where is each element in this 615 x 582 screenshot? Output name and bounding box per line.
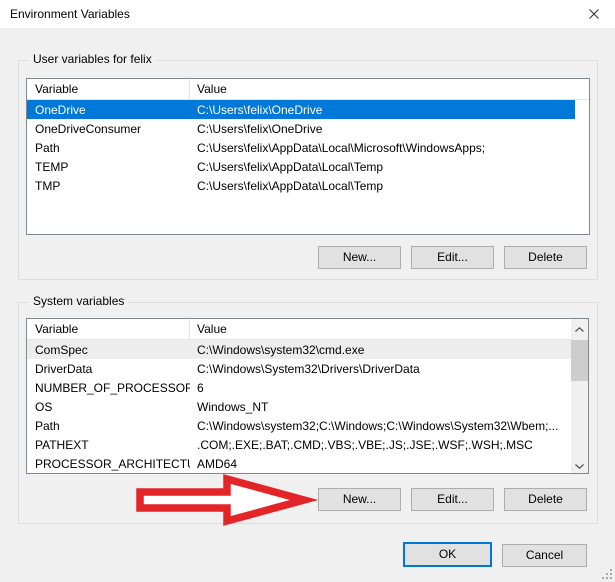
- window-title: Environment Variables: [10, 0, 130, 28]
- system-new-button[interactable]: New...: [318, 488, 401, 511]
- user-header-variable[interactable]: Variable: [27, 79, 190, 99]
- table-row[interactable]: DriverData C:\Windows\System32\Drivers\D…: [27, 359, 573, 378]
- chevron-up-icon: [575, 321, 584, 335]
- system-header-variable[interactable]: Variable: [27, 319, 190, 339]
- close-button[interactable]: [573, 0, 615, 28]
- chevron-down-icon: [575, 458, 584, 472]
- table-row[interactable]: OneDriveConsumer C:\Users\felix\OneDrive: [27, 119, 575, 138]
- cell-value: .COM;.EXE;.BAT;.CMD;.VBS;.VBE;.JS;.JSE;.…: [190, 438, 566, 452]
- close-icon: [588, 8, 600, 20]
- cancel-button[interactable]: Cancel: [502, 544, 587, 567]
- cell-variable: OneDrive: [27, 103, 190, 117]
- table-row[interactable]: TMP C:\Users\felix\AppData\Local\Temp: [27, 176, 575, 195]
- system-table-header: Variable Value: [27, 319, 573, 340]
- system-header-value[interactable]: Value: [190, 319, 573, 339]
- cell-variable: Path: [27, 419, 190, 433]
- cell-value: C:\Users\felix\OneDrive: [190, 122, 575, 136]
- user-table-header: Variable Value: [27, 79, 589, 100]
- cell-value: C:\Windows\system32\cmd.exe: [190, 343, 566, 357]
- cell-value: C:\Users\felix\AppData\Local\Temp: [190, 179, 575, 193]
- cell-value: 6: [190, 381, 566, 395]
- user-variables-group-label: User variables for felix: [29, 52, 156, 66]
- scrollbar-thumb[interactable]: [571, 340, 588, 381]
- cell-variable: OS: [27, 400, 190, 414]
- system-variables-group-label: System variables: [29, 294, 128, 308]
- user-variables-table[interactable]: Variable Value OneDrive C:\Users\felix\O…: [26, 78, 590, 235]
- title-bar: Environment Variables: [0, 0, 615, 28]
- cell-variable: ComSpec: [27, 343, 190, 357]
- cell-variable: OneDriveConsumer: [27, 122, 190, 136]
- cell-value: C:\Windows\System32\Drivers\DriverData: [190, 362, 566, 376]
- cell-variable: Path: [27, 141, 190, 155]
- resize-grip[interactable]: [602, 569, 613, 580]
- cell-variable: PATHEXT: [27, 438, 190, 452]
- table-row[interactable]: OS Windows_NT: [27, 397, 573, 416]
- scroll-down-button[interactable]: [571, 456, 588, 473]
- cell-variable: PROCESSOR_ARCHITECTURE: [27, 457, 190, 471]
- cell-value: C:\Users\felix\AppData\Local\Temp: [190, 160, 575, 174]
- cell-value: C:\Windows\system32;C:\Windows;C:\Window…: [190, 419, 566, 433]
- user-delete-button[interactable]: Delete: [504, 246, 587, 269]
- table-row[interactable]: ComSpec C:\Windows\system32\cmd.exe: [27, 340, 573, 359]
- table-row[interactable]: PROCESSOR_ARCHITECTURE AMD64: [27, 454, 573, 473]
- cell-variable: NUMBER_OF_PROCESSORS: [27, 381, 190, 395]
- table-row[interactable]: TEMP C:\Users\felix\AppData\Local\Temp: [27, 157, 575, 176]
- table-row[interactable]: OneDrive C:\Users\felix\OneDrive: [27, 100, 575, 119]
- user-edit-button[interactable]: Edit...: [411, 246, 494, 269]
- cell-value: C:\Users\felix\OneDrive: [190, 103, 575, 117]
- cell-variable: TEMP: [27, 160, 190, 174]
- vertical-scrollbar[interactable]: [571, 319, 588, 473]
- table-row[interactable]: NUMBER_OF_PROCESSORS 6: [27, 378, 573, 397]
- system-edit-button[interactable]: Edit...: [411, 488, 494, 511]
- system-variables-table[interactable]: Variable Value ComSpec C:\Windows\system…: [26, 318, 589, 474]
- environment-variables-dialog: Environment Variables User variables for…: [0, 0, 615, 582]
- user-header-value[interactable]: Value: [190, 79, 589, 99]
- cell-value: AMD64: [190, 457, 566, 471]
- ok-button[interactable]: OK: [403, 542, 492, 567]
- cell-value: Windows_NT: [190, 400, 566, 414]
- scroll-up-button[interactable]: [571, 319, 588, 336]
- cell-variable: DriverData: [27, 362, 190, 376]
- table-row[interactable]: Path C:\Users\felix\AppData\Local\Micros…: [27, 138, 575, 157]
- cell-value: C:\Users\felix\AppData\Local\Microsoft\W…: [190, 141, 575, 155]
- system-delete-button[interactable]: Delete: [504, 488, 587, 511]
- table-row[interactable]: Path C:\Windows\system32;C:\Windows;C:\W…: [27, 416, 573, 435]
- user-new-button[interactable]: New...: [318, 246, 401, 269]
- cell-variable: TMP: [27, 179, 190, 193]
- table-row[interactable]: PATHEXT .COM;.EXE;.BAT;.CMD;.VBS;.VBE;.J…: [27, 435, 573, 454]
